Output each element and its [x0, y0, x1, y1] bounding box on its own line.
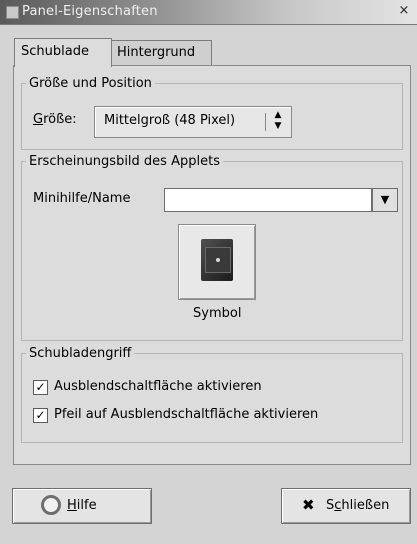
drawer-handle-group: Schubladengriff ✓ Ausblendschaltfläche a…	[21, 346, 403, 443]
drawer-front	[205, 247, 231, 273]
spin-arrows-icon: ▲ ▼	[274, 110, 282, 131]
chevron-down-icon[interactable]: ▼	[372, 188, 398, 212]
drawer-icon	[201, 239, 233, 281]
tooltip-name-input[interactable]	[164, 188, 372, 212]
window-close-icon[interactable]: ×	[397, 4, 411, 18]
drawer-knob	[216, 258, 220, 262]
close-icon: ✖	[302, 496, 315, 514]
tab-hintergrund[interactable]: Hintergrund	[110, 40, 212, 65]
help-lifebuoy-icon	[41, 495, 61, 515]
symbol-label: Symbol	[193, 306, 242, 321]
panel-properties-window: Panel-Eigenschaften × Schublade Hintergr…	[0, 0, 417, 544]
arrow-checkbox[interactable]: ✓	[33, 408, 48, 423]
help-button[interactable]: Hilfe	[12, 488, 152, 524]
tooltip-name-label: Minihilfe/Name	[33, 191, 131, 206]
size-value: Mittelgroß (48 Pixel)	[104, 113, 236, 128]
arrow-label[interactable]: Pfeil auf Ausblendschaltfläche aktiviere…	[54, 407, 318, 422]
size-label-mnemonic: G	[33, 112, 44, 127]
symbol-button[interactable]	[178, 224, 256, 300]
applet-appearance-legend: Erscheinungsbild des Applets	[29, 154, 220, 169]
drawer-handle-legend: Schubladengriff	[29, 346, 132, 361]
size-combo-separator	[265, 113, 266, 131]
help-label-rest: ilfe	[76, 498, 97, 513]
size-position-legend: Größe und Position	[29, 76, 152, 91]
hide-button-checkbox[interactable]: ✓	[33, 380, 48, 395]
size-position-group: Größe und Position Größe: Mittelgroß (48…	[21, 76, 403, 150]
window-menu-icon[interactable]	[6, 6, 19, 19]
applet-appearance-group: Erscheinungsbild des Applets Minihilfe/N…	[21, 154, 403, 341]
size-label-text: röße:	[43, 112, 77, 127]
help-button-label: Hilfe	[67, 498, 97, 513]
size-label: Größe:	[33, 112, 77, 127]
hide-button-label[interactable]: Ausblendschaltfläche aktivieren	[54, 379, 262, 394]
close-button-label: Schließen	[326, 498, 389, 513]
tab-schublade[interactable]: Schublade	[14, 38, 112, 67]
close-button[interactable]: ✖ Schließen	[281, 488, 411, 524]
help-mnemonic: H	[67, 498, 77, 513]
title-bar[interactable]: Panel-Eigenschaften ×	[0, 0, 417, 25]
window-title: Panel-Eigenschaften	[22, 4, 158, 19]
tab-content-panel: Größe und Position Größe: Mittelgroß (48…	[13, 65, 411, 465]
size-option-menu[interactable]: Mittelgroß (48 Pixel) ▲ ▼	[94, 106, 292, 138]
close-label-rest: hließen	[341, 498, 390, 513]
